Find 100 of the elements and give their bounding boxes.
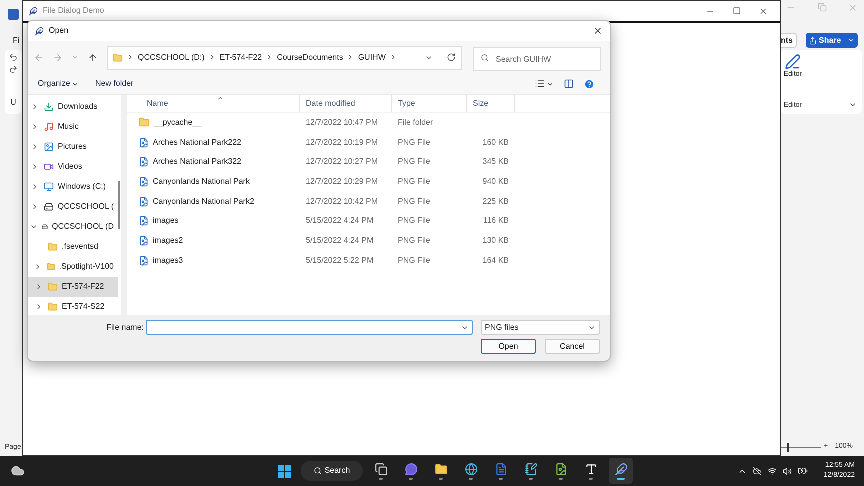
file-type-dropdown[interactable]: PNG files: [481, 320, 600, 335]
file-name: Canyonlands National Park2: [153, 196, 254, 208]
column-header[interactable]: Size: [467, 95, 515, 112]
folder-icon: [139, 117, 150, 128]
search-field[interactable]: Search GUIHW: [473, 47, 601, 71]
taskbar-app[interactable]: [609, 458, 633, 484]
file-row[interactable]: Canyonlands National Park 12/7/2022 10:29 PM PNG File 940 KB: [127, 172, 610, 192]
file-name: images: [153, 215, 179, 228]
nav-item[interactable]: Downloads: [28, 97, 118, 117]
task-view-icon[interactable]: [374, 462, 388, 476]
file-row[interactable]: images2 5/15/2022 4:24 PM PNG File 130 KB: [127, 231, 610, 251]
date-cell-text: 5/15/2022 4:24 PM: [305, 215, 375, 228]
column-header[interactable]: Type: [392, 95, 467, 112]
file-row[interactable]: Canyonlands National Park2 12/7/2022 10:42 PM PNG File 225 KB: [127, 192, 610, 212]
search-icon: [481, 54, 489, 62]
maximize-icon[interactable]: [733, 6, 741, 14]
nav-item[interactable]: Music: [28, 117, 118, 137]
size-cell: 345 KB: [482, 156, 509, 168]
font-icon[interactable]: [584, 462, 598, 476]
type-cell-text: PNG File: [397, 196, 432, 208]
scrollbar[interactable]: [118, 181, 120, 229]
date-cell-text: 5/15/2022 5:22 PM: [305, 254, 375, 267]
volume-icon[interactable]: [782, 466, 792, 476]
file-row[interactable]: Arches National Park222 12/7/2022 10:19 PM PNG File 160 KB: [127, 132, 610, 152]
up-icon[interactable]: [88, 52, 98, 62]
chevron-icon[interactable]: [35, 303, 43, 311]
chevron-icon[interactable]: [30, 223, 38, 231]
close-icon[interactable]: [759, 6, 768, 16]
nav-item[interactable]: .fseventsd: [28, 237, 118, 257]
dialog-button[interactable]: Cancel: [545, 339, 600, 354]
undo-icon[interactable]: [9, 53, 18, 62]
weather-icon[interactable]: [11, 464, 25, 478]
help-icon[interactable]: [584, 78, 595, 90]
onedrive-icon[interactable]: [752, 466, 762, 476]
column-header[interactable]: Name: [127, 95, 300, 112]
chevron-icon[interactable]: [31, 183, 39, 191]
image-file-icon: [139, 236, 149, 246]
file-row[interactable]: images3 5/15/2022 5:22 PM PNG File 164 KB: [127, 250, 610, 270]
type-cell-text: PNG File: [397, 215, 432, 228]
comments-button[interactable]: nts: [780, 33, 797, 48]
pen-icon: [784, 54, 801, 70]
nav-item[interactable]: QCCSCHOOL (D: [28, 217, 118, 237]
date-cell-text: 5/15/2022 4:24 PM: [305, 234, 375, 247]
view-icon[interactable]: [535, 79, 545, 89]
browser-icon[interactable]: [464, 462, 478, 476]
feather-icon[interactable]: [614, 462, 628, 476]
nav-item[interactable]: Windows (C:): [28, 177, 118, 197]
start-icon[interactable]: [278, 464, 291, 478]
share-button[interactable]: Share: [806, 33, 858, 48]
chevron-icon[interactable]: [31, 163, 39, 171]
chevron-icon[interactable]: [31, 143, 39, 151]
column-header[interactable]: Date modified: [300, 95, 392, 112]
folder-icon[interactable]: [434, 462, 448, 476]
wifi-icon[interactable]: [768, 466, 777, 476]
redo-icon[interactable]: [9, 65, 18, 74]
organize-button[interactable]: Organize: [38, 78, 80, 90]
breadcrumb-item[interactable]: GUIHW: [358, 52, 386, 64]
group-label: U: [10, 97, 16, 109]
refresh-icon[interactable]: [447, 53, 456, 62]
search-button[interactable]: Search: [301, 461, 363, 481]
type-cell-text: PNG File: [397, 136, 432, 149]
file-row[interactable]: Arches National Park322 12/7/2022 10:27 PM PNG File 345 KB: [127, 152, 610, 172]
separator-icon: [390, 54, 397, 61]
preview-pane-icon[interactable]: [564, 79, 574, 89]
menu-tab[interactable]: Fi: [13, 35, 20, 47]
notepad-icon[interactable]: [524, 462, 538, 476]
file-row[interactable]: __pycache__ 12/7/2022 10:47 PM File folder: [127, 113, 610, 133]
breadcrumb-item[interactable]: ET-574-F22: [220, 52, 262, 64]
dialog-button[interactable]: Open: [481, 339, 536, 354]
nav-item[interactable]: QCCSCHOOL (: [28, 197, 118, 217]
chevron-icon[interactable]: [31, 103, 39, 111]
new-folder-button[interactable]: New folder: [95, 78, 134, 90]
chevron-icon[interactable]: [31, 123, 39, 131]
window-title: File Dialog Demo: [43, 5, 104, 17]
breadcrumb-item[interactable]: QCCSCHOOL (D:): [138, 52, 205, 64]
file-row[interactable]: images 5/15/2022 4:24 PM PNG File 116 KB: [127, 211, 610, 232]
image-file-icon[interactable]: [554, 462, 568, 476]
caret-icon[interactable]: [547, 80, 554, 88]
address-bar[interactable]: QCCSCHOOL (D:) ET-574-F22 CourseDocuments GUIHW: [107, 46, 462, 70]
breadcrumb-item[interactable]: CourseDocuments: [277, 52, 344, 64]
nav-item[interactable]: Videos: [28, 157, 118, 177]
nav-item[interactable]: Pictures: [28, 137, 118, 157]
chat-icon[interactable]: [404, 462, 418, 476]
music-icon: [44, 122, 54, 132]
collapse-icon[interactable]: [849, 101, 857, 109]
chevron-icon[interactable]: [35, 283, 43, 291]
close-icon[interactable]: [593, 26, 603, 36]
file-name: __pycache__: [154, 116, 202, 129]
date-cell-text: 12/7/2022 10:42 PM: [305, 196, 380, 208]
nav-item[interactable]: ET-574-S22: [28, 297, 118, 315]
nav-item[interactable]: ET-574-F22: [28, 277, 118, 297]
battery-icon[interactable]: [798, 466, 808, 476]
feather-icon: [35, 26, 44, 36]
sort-icon: [217, 95, 224, 102]
document-icon[interactable]: [494, 462, 508, 476]
slider-thumb[interactable]: [787, 442, 790, 452]
nav-item[interactable]: .Spotlight-V100: [28, 257, 118, 277]
file-name: Canyonlands National Park: [153, 176, 250, 188]
search-icon: [314, 467, 322, 475]
share-icon: [809, 36, 817, 44]
